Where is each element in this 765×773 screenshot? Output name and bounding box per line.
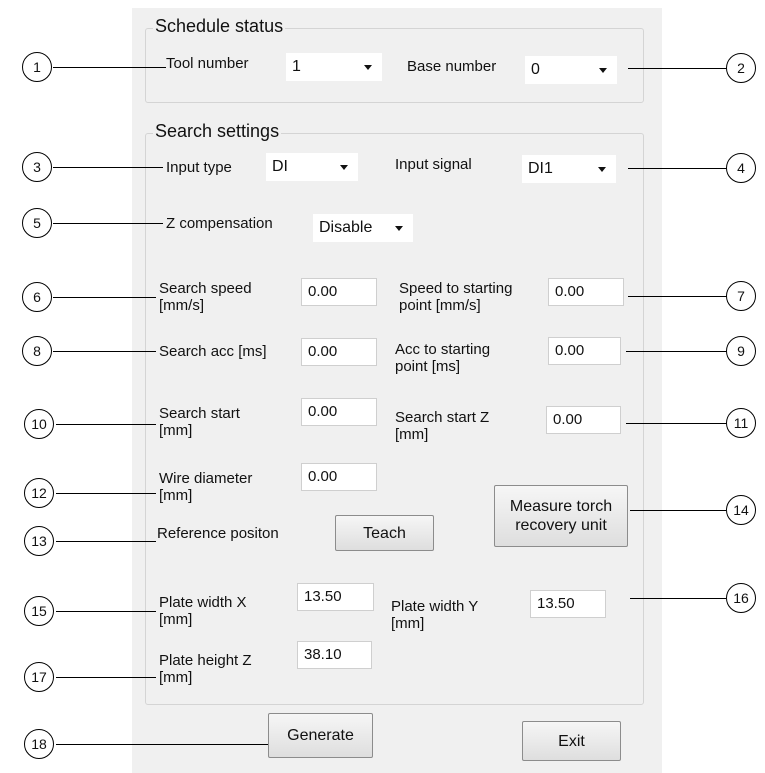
search-speed-label: Search speed [mm/s] xyxy=(159,280,252,314)
callout-12: 12 xyxy=(24,478,54,508)
measure-torch-recovery-unit-button[interactable]: Measure torch recovery unit xyxy=(494,485,628,547)
callout-line-18 xyxy=(56,744,268,745)
plate-width-y-field[interactable]: 13.50 xyxy=(530,590,606,618)
z-compensation-select[interactable]: Disable xyxy=(313,214,413,242)
callout-14: 14 xyxy=(726,495,756,525)
plate-height-z-field[interactable]: 38.10 xyxy=(297,641,372,669)
callout-line-1 xyxy=(53,67,166,68)
chevron-down-icon xyxy=(395,226,403,231)
search-start-label: Search start [mm] xyxy=(159,405,240,439)
chevron-down-icon xyxy=(598,167,606,172)
search-start-z-label: Search start Z [mm] xyxy=(395,409,490,443)
callout-5: 5 xyxy=(22,208,52,238)
callout-4: 4 xyxy=(726,153,756,183)
callout-line-10 xyxy=(56,424,156,425)
plate-width-y-label: Plate width Y [mm] xyxy=(391,598,479,632)
callout-line-7 xyxy=(628,296,728,297)
plate-width-x-field[interactable]: 13.50 xyxy=(297,583,374,611)
chevron-down-icon xyxy=(340,165,348,170)
base-number-select[interactable]: 0 xyxy=(525,56,617,84)
callout-line-15 xyxy=(56,611,156,612)
callout-line-16 xyxy=(630,598,726,599)
callout-1: 1 xyxy=(22,52,52,82)
callout-16: 16 xyxy=(726,583,756,613)
search-speed-field[interactable]: 0.00 xyxy=(301,278,377,306)
chevron-down-icon xyxy=(364,65,372,70)
callout-9: 9 xyxy=(726,336,756,366)
callout-line-11 xyxy=(626,423,728,424)
speed-to-starting-point-field[interactable]: 0.00 xyxy=(548,278,624,306)
callout-15: 15 xyxy=(24,596,54,626)
search-settings-title: Search settings xyxy=(153,121,282,142)
callout-line-5 xyxy=(53,223,163,224)
exit-button[interactable]: Exit xyxy=(522,721,621,761)
callout-13: 13 xyxy=(24,526,54,556)
reference-position-label: Reference positon xyxy=(157,525,279,542)
tool-number-value: 1 xyxy=(292,58,301,75)
callout-8: 8 xyxy=(22,336,52,366)
input-signal-value: DI1 xyxy=(528,160,553,177)
callout-line-13 xyxy=(56,541,156,542)
input-type-label: Input type xyxy=(166,159,232,176)
base-number-label: Base number xyxy=(407,58,497,75)
callout-17: 17 xyxy=(24,662,54,692)
search-acc-field[interactable]: 0.00 xyxy=(301,338,377,366)
acc-to-starting-point-field[interactable]: 0.00 xyxy=(548,337,621,365)
z-compensation-label: Z compensation xyxy=(166,215,273,232)
callout-line-6 xyxy=(53,297,156,298)
input-type-select[interactable]: DI xyxy=(266,153,358,181)
schedule-status-title: Schedule status xyxy=(153,16,286,37)
input-signal-label: Input signal xyxy=(395,156,472,173)
generate-button[interactable]: Generate xyxy=(268,713,373,758)
base-number-value: 0 xyxy=(531,61,540,78)
search-start-field[interactable]: 0.00 xyxy=(301,398,377,426)
input-type-value: DI xyxy=(272,158,288,175)
callout-line-9 xyxy=(626,351,728,352)
search-acc-label: Search acc [ms] xyxy=(159,343,267,360)
callout-6: 6 xyxy=(22,282,52,312)
teach-button[interactable]: Teach xyxy=(335,515,434,551)
callout-line-2 xyxy=(628,68,728,69)
input-signal-select[interactable]: DI1 xyxy=(522,155,616,183)
callout-11: 11 xyxy=(726,408,756,438)
callout-line-4 xyxy=(628,168,728,169)
speed-to-starting-point-label: Speed to starting point [mm/s] xyxy=(399,280,513,314)
callout-3: 3 xyxy=(22,152,52,182)
chevron-down-icon xyxy=(599,68,607,73)
tool-number-select[interactable]: 1 xyxy=(286,53,382,81)
search-start-z-field[interactable]: 0.00 xyxy=(546,406,621,434)
callout-line-8 xyxy=(53,351,156,352)
callout-line-3 xyxy=(53,167,163,168)
callout-7: 7 xyxy=(726,281,756,311)
plate-width-x-label: Plate width X [mm] xyxy=(159,594,247,628)
plate-height-z-label: Plate height Z [mm] xyxy=(159,652,252,686)
z-compensation-value: Disable xyxy=(319,219,373,236)
callout-10: 10 xyxy=(24,409,54,439)
callout-line-12 xyxy=(56,493,156,494)
callout-18: 18 xyxy=(24,729,54,759)
callout-line-14 xyxy=(630,510,726,511)
callout-line-17 xyxy=(56,677,156,678)
wire-diameter-label: Wire diameter [mm] xyxy=(159,470,253,504)
callout-2: 2 xyxy=(726,53,756,83)
tool-number-label: Tool number xyxy=(166,55,249,72)
acc-to-starting-point-label: Acc to starting point [ms] xyxy=(395,341,491,375)
wire-diameter-field[interactable]: 0.00 xyxy=(301,463,377,491)
